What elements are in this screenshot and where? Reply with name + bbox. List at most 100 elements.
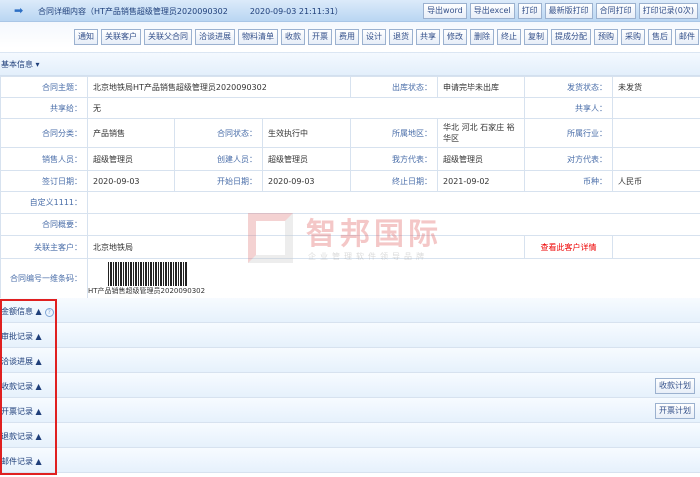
shared-to-label: 共享给： xyxy=(0,97,88,119)
currency-value: 人民币 xyxy=(612,170,700,192)
section-label: 洽谈进展 ▲ xyxy=(1,357,42,366)
toolbar-button[interactable]: 终止 xyxy=(497,29,521,45)
print-history-button[interactable]: 打印记录(0次) xyxy=(638,3,698,19)
toolbar-button[interactable]: 售后 xyxy=(648,29,672,45)
subject-label: 合同主题： xyxy=(0,76,88,98)
section-title: 金额信息 ▲? xyxy=(1,306,54,317)
customer-value: 北京地铁局 xyxy=(86,235,526,259)
section-header[interactable]: 邮件记录 ▲ xyxy=(0,448,700,473)
section-title: 收款记录 ▲ xyxy=(1,381,42,392)
toolbar-button[interactable]: 关联父合同 xyxy=(144,29,192,45)
category-value: 产品销售 xyxy=(87,118,175,148)
section-title: 洽谈进展 ▲ xyxy=(1,356,42,367)
empty-cell xyxy=(612,235,700,259)
basic-info-title: 基本信息 ▾ xyxy=(1,60,40,69)
section-plan-button[interactable]: 开票计划 xyxy=(655,403,695,419)
outbound-status-label: 出库状态： xyxy=(350,76,439,98)
sharer-value xyxy=(612,97,700,119)
section-label: 开票记录 ▲ xyxy=(1,407,42,416)
their-rep-label: 对方代表： xyxy=(524,147,614,171)
section-title: 退款记录 ▲ xyxy=(1,431,42,442)
shipping-status-label: 发货状态： xyxy=(524,76,614,98)
summary-value xyxy=(86,213,700,236)
help-icon[interactable]: ? xyxy=(44,308,54,317)
print-button[interactable]: 打印 xyxy=(517,3,542,19)
section-header[interactable]: 开票记录 ▲ 开票计划 xyxy=(0,398,700,423)
toolbar-button[interactable]: 邮件 xyxy=(675,29,699,45)
toolbar-button[interactable]: 共享 xyxy=(416,29,440,45)
toolbar-button[interactable]: 删除 xyxy=(470,29,494,45)
sign-date-value: 2020-09-03 xyxy=(87,170,175,192)
section-header[interactable]: 退款记录 ▲ xyxy=(0,423,700,448)
barcode-text: HT产品销售超级管理员2020090302 xyxy=(88,286,206,295)
title-datetime: 2020-09-03 21:11:31） xyxy=(249,7,343,16)
our-rep-label: 我方代表： xyxy=(350,147,439,171)
barcode-label: 合同编号一维条码： xyxy=(0,258,88,299)
contract-print-button[interactable]: 合同打印 xyxy=(595,3,636,19)
toolbar-button[interactable]: 采购 xyxy=(621,29,645,45)
title-bar: ➡ 合同详细内容（HT产品销售超级管理员2020090302 2020-09-03… xyxy=(0,0,700,22)
summary-label: 合同概要： xyxy=(0,213,88,236)
section-title: 开票记录 ▲ xyxy=(1,406,42,417)
region-value: 华北 河北 石家庄 裕华区 xyxy=(437,118,526,148)
creator-label: 创建人员： xyxy=(174,147,263,171)
record-sections: 金额信息 ▲? 审批记录 ▲ 洽谈进展 ▲ 收款记录 ▲ 收款计划开票记录 ▲ 开票计划退… xyxy=(0,298,700,473)
shared-to-value: 无 xyxy=(86,97,526,119)
custom-field-value xyxy=(86,191,700,214)
export-word-button[interactable]: 导出word xyxy=(423,3,467,19)
their-rep-value xyxy=(612,147,700,171)
section-label: 审批记录 ▲ xyxy=(1,332,42,341)
toolbar-button[interactable]: 设计 xyxy=(362,29,386,45)
section-title: 邮件记录 ▲ xyxy=(1,456,42,467)
sharer-label: 共享人： xyxy=(524,97,614,119)
subject-value: 北京地铁局HT产品销售超级管理员2020090302 xyxy=(86,76,352,98)
toolbar-button[interactable]: 物料清单 xyxy=(238,29,278,45)
toolbar-button[interactable]: 收款 xyxy=(281,29,305,45)
creator-value: 超级管理员 xyxy=(261,147,352,171)
section-label: 金额信息 ▲ xyxy=(1,307,42,316)
toolbar-button[interactable]: 洽谈进展 xyxy=(195,29,235,45)
export-excel-button[interactable]: 导出excel xyxy=(469,3,515,19)
region-label: 所属地区： xyxy=(350,118,439,148)
toolbar-button[interactable]: 关联客户 xyxy=(101,29,141,45)
toolbar-button[interactable]: 修改 xyxy=(443,29,467,45)
toolbar-button[interactable]: 开票 xyxy=(308,29,332,45)
toolbar-button[interactable]: 提成分配 xyxy=(551,29,591,45)
section-header[interactable]: 收款记录 ▲ 收款计划 xyxy=(0,373,700,398)
section-label: 退款记录 ▲ xyxy=(1,432,42,441)
toolbar-button[interactable]: 预购 xyxy=(594,29,618,45)
toolbar-button[interactable]: 通知 xyxy=(74,29,98,45)
barcode-image xyxy=(108,261,188,286)
custom-field-label: 自定义1111： xyxy=(0,191,88,214)
start-date-value: 2020-09-03 xyxy=(261,170,352,192)
basic-info-header[interactable]: 基本信息 ▾ xyxy=(0,52,700,76)
section-header[interactable]: 洽谈进展 ▲ xyxy=(0,348,700,373)
salesperson-label: 销售人员： xyxy=(0,147,88,171)
sign-date-label: 签订日期： xyxy=(0,170,88,192)
salesperson-value: 超级管理员 xyxy=(87,147,175,171)
section-header[interactable]: 金额信息 ▲? xyxy=(0,298,700,323)
page-title: 合同详细内容（HT产品销售超级管理员2020090302 2020-09-03 2… xyxy=(38,6,343,17)
end-date-value: 2021-09-02 xyxy=(437,170,526,192)
currency-label: 币种： xyxy=(524,170,614,192)
category-label: 合同分类： xyxy=(0,118,88,148)
new-print-button[interactable]: 最新版打印 xyxy=(544,3,593,19)
section-title: 审批记录 ▲ xyxy=(1,331,42,342)
title-text: 合同详细内容（HT产品销售超级管理员2020090302 xyxy=(38,7,228,16)
industry-label: 所属行业： xyxy=(524,118,614,148)
customer-detail-link[interactable]: 查看此客户详情 xyxy=(524,235,614,259)
contract-status-value: 生效执行中 xyxy=(261,118,352,148)
section-label: 收款记录 ▲ xyxy=(1,382,42,391)
toolbar-button[interactable]: 退货 xyxy=(389,29,413,45)
shipping-status-value: 未发货 xyxy=(612,76,700,98)
outbound-status-value: 申请完毕未出库 xyxy=(437,76,526,98)
toolbar-button[interactable]: 复制 xyxy=(524,29,548,45)
start-date-label: 开始日期： xyxy=(174,170,263,192)
section-plan-button[interactable]: 收款计划 xyxy=(655,378,695,394)
action-toolbar: 通知 关联客户 关联父合同 洽谈进展 物料清单 收款 开票 费用 设计 退货 共享 修改 删除 终止 复制提… xyxy=(0,22,700,48)
arrow-right-icon: ➡ xyxy=(14,4,24,17)
contract-status-label: 合同状态： xyxy=(174,118,263,148)
toolbar-button[interactable]: 费用 xyxy=(335,29,359,45)
our-rep-value: 超级管理员 xyxy=(437,147,526,171)
section-header[interactable]: 审批记录 ▲ xyxy=(0,323,700,348)
